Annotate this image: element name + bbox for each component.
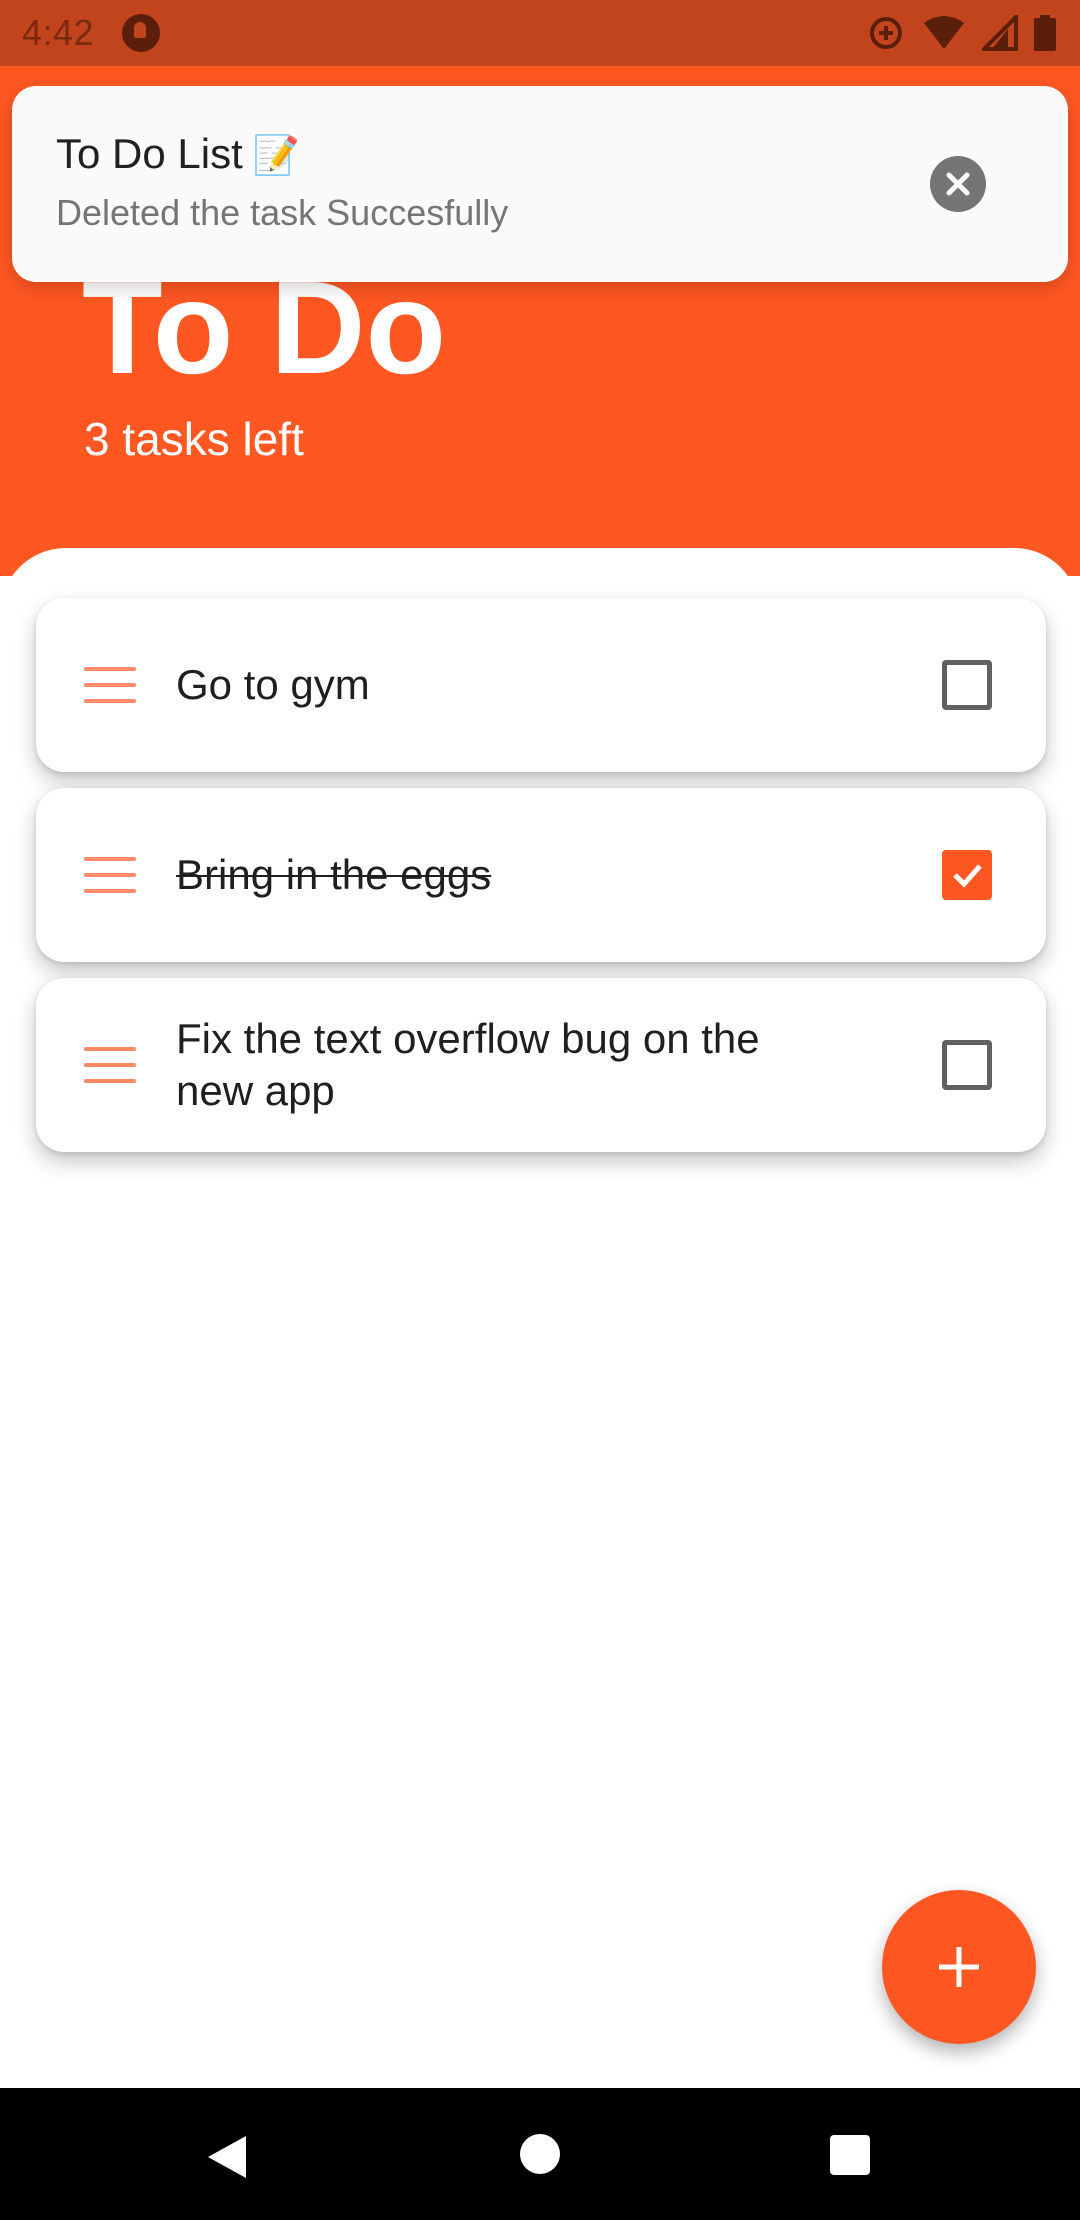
close-icon[interactable] [930, 156, 986, 212]
plus-icon [939, 1947, 979, 1987]
toast-message: Deleted the task Succesfully [56, 192, 509, 233]
toast-title: To Do List 📝 [56, 130, 300, 178]
signal-icon [982, 15, 1018, 51]
data-saver-icon [870, 17, 902, 49]
add-task-button[interactable] [882, 1890, 1036, 2044]
task-checkbox[interactable] [942, 850, 992, 900]
task-card[interactable]: Bring in the eggs [36, 788, 1046, 962]
tasks-left-count: 3 tasks left [84, 413, 304, 465]
status-time: 4:42 [22, 12, 95, 53]
navigation-bar [0, 2088, 1080, 2220]
recents-icon[interactable] [830, 2135, 870, 2175]
task-card[interactable]: Go to gym [36, 598, 1046, 772]
status-bar: 4:42 [0, 0, 1080, 66]
drag-handle-icon[interactable] [84, 1047, 136, 1083]
toast-notification: To Do List 📝 Deleted the task Succesfully [12, 86, 1068, 282]
task-checkbox[interactable] [942, 1040, 992, 1090]
task-card[interactable]: Fix the text overflow bug on the new app [36, 978, 1046, 1152]
drag-handle-icon[interactable] [84, 857, 136, 893]
task-checkbox[interactable] [942, 660, 992, 710]
task-text: Go to gym [176, 661, 370, 708]
back-icon[interactable] [206, 2134, 248, 2180]
check-icon [953, 864, 982, 888]
toast-title-text: To Do List [56, 130, 243, 177]
drag-handle-icon[interactable] [84, 667, 136, 703]
wifi-icon [924, 16, 964, 49]
task-text: Bring in the eggs [176, 851, 492, 898]
memo-icon: 📝 [252, 133, 301, 177]
task-list-sheet [0, 548, 1080, 2088]
app-notification-icon [122, 14, 161, 52]
home-icon[interactable] [520, 2134, 560, 2174]
task-text: Fix the text overflow bug on the new app [176, 1015, 760, 1114]
battery-icon [1034, 15, 1056, 51]
